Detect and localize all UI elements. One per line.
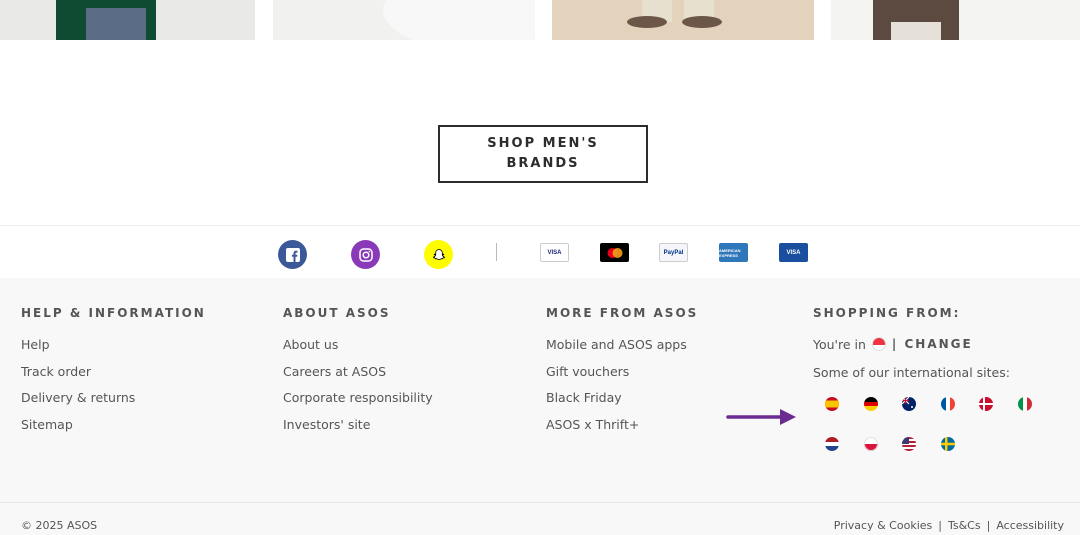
footer-link-sitemap[interactable]: Sitemap [21,415,206,442]
footer-heading-help: HELP & INFORMATION [21,306,206,320]
footer-column-about: ABOUT ASOS About us Careers at ASOS Corp… [283,306,433,441]
footer-link-thrift[interactable]: ASOS x Thrift+ [546,415,698,442]
facebook-icon[interactable] [278,240,307,269]
footer-heading-more: MORE FROM ASOS [546,306,699,320]
visa-electron-icon: VISA [779,243,808,262]
product-tile-4[interactable] [831,0,1080,40]
italy-flag-icon[interactable] [1018,397,1032,411]
poland-flag-icon[interactable] [864,437,878,451]
product-tile-1[interactable] [0,0,255,40]
product-image-3 [627,0,722,28]
paypal-icon: PayPal [659,243,688,262]
copyright-text: © 2025 ASOS [21,519,98,532]
france-flag-icon[interactable] [941,397,955,411]
visa-icon: VISA [540,243,569,262]
germany-flag-icon[interactable] [864,397,878,411]
pointer-arrow-icon [726,409,796,425]
footer-link-delivery-returns[interactable]: Delivery & returns [21,388,206,415]
footer-column-help: HELP & INFORMATION Help Track order Deli… [21,306,206,441]
sweden-flag-icon[interactable] [941,437,955,451]
terms-link[interactable]: Ts&Cs [948,519,981,532]
spain-flag-icon[interactable] [825,397,839,411]
current-country: You're in | CHANGE [813,334,1010,354]
footer-link-help[interactable]: Help [21,335,206,362]
legal-separator: | [986,519,991,532]
footer-link-about-us[interactable]: About us [283,335,433,362]
youre-in-label: You're in [813,336,866,352]
divider [496,243,497,261]
product-tile-2[interactable] [273,0,535,40]
product-tile-3[interactable] [552,0,814,40]
footer-link-mobile-apps[interactable]: Mobile and ASOS apps [546,335,698,362]
site-footer: HELP & INFORMATION Help Track order Deli… [0,278,1080,535]
footer-heading-shopping-from: SHOPPING FROM: [813,306,961,320]
product-image-4 [873,0,959,40]
privacy-cookies-link[interactable]: Privacy & Cookies [834,519,932,532]
footer-link-careers[interactable]: Careers at ASOS [283,362,433,389]
netherlands-flag-icon[interactable] [825,437,839,451]
footer-column-more: MORE FROM ASOS Mobile and ASOS apps Gift… [546,306,698,441]
amex-icon: AMERICAN EXPRESS [719,243,748,262]
mastercard-icon [600,243,629,262]
product-tiles-strip [0,0,1080,40]
product-image-2 [383,0,535,40]
footer-link-investors[interactable]: Investors' site [283,415,433,442]
legal-links: Privacy & Cookies | Ts&Cs | Accessibilit… [834,519,1064,532]
footer-heading-about: ABOUT ASOS [283,306,391,320]
product-image-1 [56,0,156,40]
accessibility-link[interactable]: Accessibility [996,519,1064,532]
social-payment-bar: VISA PayPal AMERICAN EXPRESS VISA [0,225,1080,278]
australia-flag-icon[interactable] [902,397,916,411]
singapore-flag-icon [871,337,886,351]
footer-bottom-bar: © 2025 ASOS Privacy & Cookies | Ts&Cs | … [0,502,1080,535]
footer-column-shopping-from: SHOPPING FROM: You're in | CHANGE Some o… [813,306,1010,380]
footer-link-corporate-responsibility[interactable]: Corporate responsibility [283,388,433,415]
legal-separator: | [938,519,942,532]
footer-link-track-order[interactable]: Track order [21,362,206,389]
footer-link-black-friday[interactable]: Black Friday [546,388,698,415]
international-sites-label: Some of our international sites: [813,365,1010,380]
snapchat-icon[interactable] [424,240,453,269]
usa-flag-icon[interactable] [902,437,916,451]
footer-link-gift-vouchers[interactable]: Gift vouchers [546,362,698,389]
change-country-link[interactable]: | CHANGE [892,337,973,351]
instagram-icon[interactable] [351,240,380,269]
denmark-flag-icon[interactable] [979,397,993,411]
shop-mens-brands-button[interactable]: SHOP MEN'S BRANDS [438,125,648,183]
